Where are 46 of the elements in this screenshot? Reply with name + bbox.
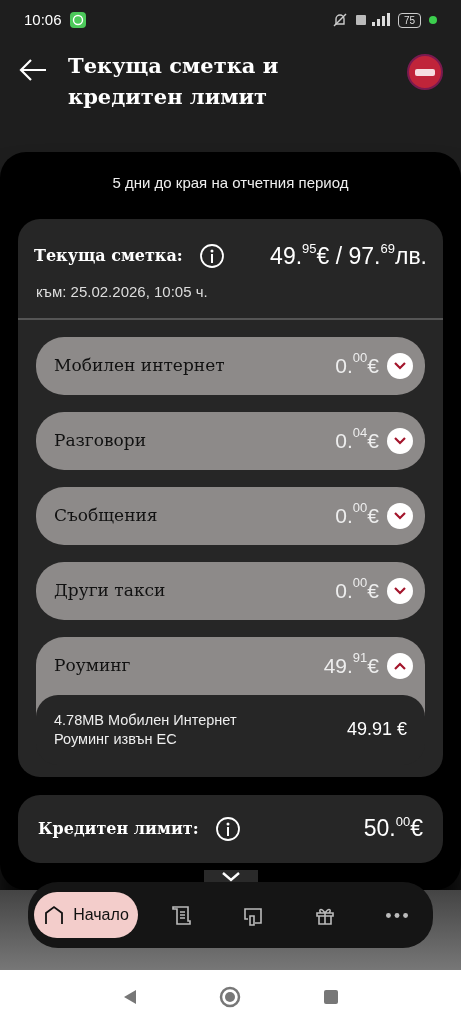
chevron-up-icon — [394, 661, 406, 670]
category-amount: 0.$^{00}$€ — [335, 574, 379, 604]
home-icon[interactable] — [218, 986, 241, 1008]
category-amount: 0.$^{04}$€ — [335, 424, 379, 454]
collapse-button[interactable] — [387, 652, 413, 679]
status-dot-icon — [429, 16, 437, 24]
back-button[interactable] — [18, 58, 48, 82]
expand-button[interactable] — [387, 502, 413, 529]
chevron-down-icon — [394, 586, 406, 595]
clock-time: 10:06 — [24, 9, 62, 30]
chat-app-icon — [69, 12, 86, 28]
more-icon — [386, 912, 408, 918]
chevron-down-icon — [394, 361, 406, 370]
expand-button[interactable] — [387, 577, 413, 604]
bill-amount: 49.$^{95}$€ / 97.$^{69}$лв. — [270, 240, 427, 271]
chevron-down-icon — [394, 511, 406, 520]
category-label: Мобилен интернет — [54, 353, 225, 377]
credit-limit-amount: 50.$^{00}$€ — [363, 812, 423, 844]
category-amount: 0.$^{00}$€ — [335, 349, 379, 379]
chevron-down-icon — [394, 436, 406, 445]
as-of-date: към: 25.02.2026, 10:05 ч. — [35, 282, 209, 302]
bill-label: Текуща сметка: — [34, 244, 183, 267]
nav-tab[interactable]: Начало — [34, 892, 138, 938]
signal-icon — [355, 13, 390, 27]
info-icon[interactable] — [198, 242, 225, 269]
muted-bell-icon — [331, 12, 348, 28]
expand-button[interactable] — [387, 352, 413, 379]
receipt-icon — [169, 904, 192, 926]
expand-button[interactable] — [387, 427, 413, 454]
battery-level: 75 — [397, 12, 421, 28]
period-note: 5 дни до края на отчетния период — [111, 173, 350, 193]
category-label: Роуминг — [54, 653, 131, 677]
category-label: Други такси — [54, 578, 166, 602]
back-icon[interactable] — [122, 989, 137, 1005]
detail-description: 4.78MB Мобилен Интернет Роуминг извън ЕС — [54, 710, 238, 749]
category-label: Разговори — [54, 428, 146, 452]
recents-icon[interactable] — [322, 989, 339, 1005]
chevron-down-icon — [222, 872, 240, 882]
page-title: Текуща сметка и кредитен лимит — [68, 52, 280, 111]
category-label: Съобщения — [54, 503, 158, 527]
home-icon — [43, 904, 66, 926]
category-amount: 0.$^{00}$€ — [335, 499, 379, 529]
credit-limit-label: Кредитен лимит: — [38, 817, 199, 840]
detail-amount: 49.91 € — [346, 718, 407, 741]
category-amount: 49.$^{91}$€ — [323, 649, 379, 679]
info-icon[interactable] — [214, 815, 241, 842]
